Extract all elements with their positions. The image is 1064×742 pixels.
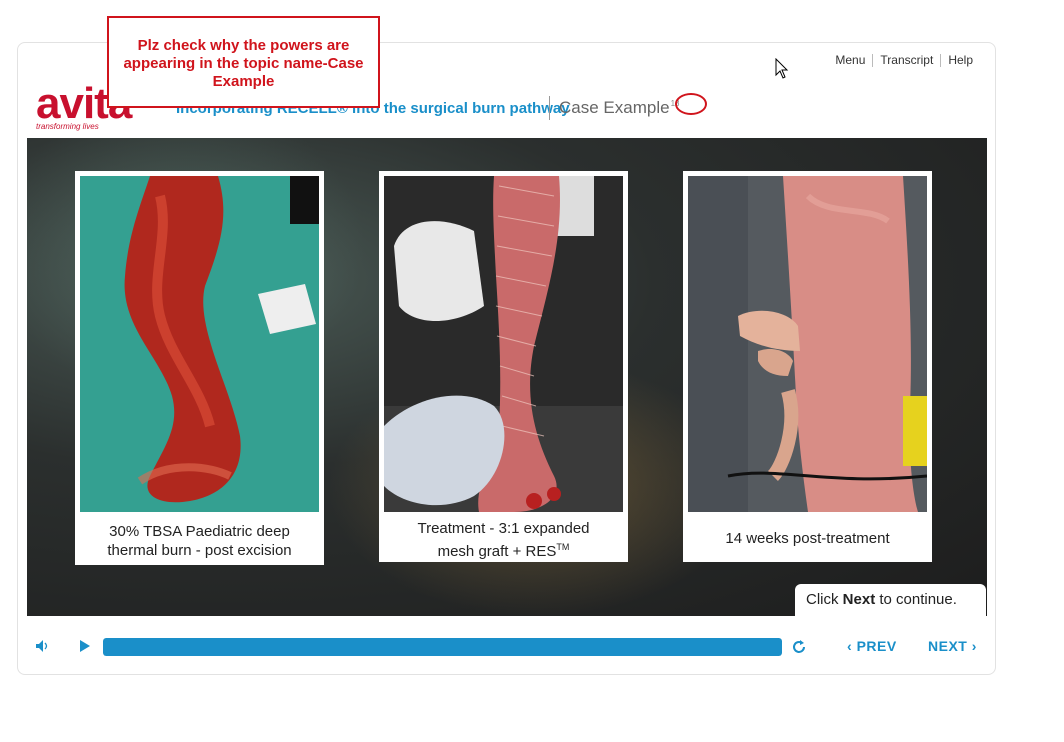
help-link[interactable]: Help — [941, 53, 980, 67]
annotation-circle — [675, 93, 707, 115]
mouse-cursor-icon — [775, 58, 789, 79]
caption-line: Treatment - 3:1 expanded — [417, 520, 590, 537]
leg-burn-image — [80, 176, 319, 512]
topic-title: Case Example18 — [559, 98, 679, 118]
transcript-link[interactable]: Transcript — [873, 53, 940, 67]
prev-label: PREV — [856, 638, 897, 654]
trademark-sup: TM — [556, 542, 570, 552]
slide-stage: 30% TBSA Paediatric deep thermal burn - … — [27, 138, 987, 616]
progress-bar[interactable] — [103, 638, 782, 656]
photo-card-3: 14 weeks post-treatment — [683, 171, 932, 562]
continue-next: Next — [842, 591, 876, 608]
caption-line: 14 weeks post-treatment — [725, 530, 890, 547]
photo-caption-1: 30% TBSA Paediatric deep thermal burn - … — [75, 522, 324, 560]
progress-fill — [103, 638, 782, 656]
prev-button[interactable]: ‹ PREV — [847, 638, 897, 654]
burn-photo-1 — [80, 176, 319, 512]
player-controls: ‹ PREV NEXT › — [27, 628, 987, 664]
continue-prompt: Click Next to continue. — [795, 584, 986, 616]
burn-photo-2 — [384, 176, 623, 512]
caption-line: 30% TBSA Paediatric deep — [109, 523, 290, 540]
play-icon[interactable] — [79, 639, 91, 653]
replay-icon[interactable] — [790, 638, 808, 656]
next-label: NEXT — [928, 638, 968, 654]
burn-photo-3 — [688, 176, 927, 512]
menu-link[interactable]: Menu — [828, 53, 872, 67]
caption-line: thermal burn - post excision — [107, 542, 292, 559]
photo-card-2: Treatment - 3:1 expanded mesh graft + RE… — [379, 171, 628, 562]
caption-text: mesh graft + RES — [437, 543, 557, 560]
review-annotation: Plz check why the powers are appearing i… — [107, 16, 380, 108]
continue-prefix: Click — [806, 591, 843, 608]
topic-text: Case Example — [559, 98, 670, 117]
photo-card-1: 30% TBSA Paediatric deep thermal burn - … — [75, 171, 324, 565]
mesh-graft-image — [384, 176, 623, 512]
healed-arm-image — [688, 176, 927, 512]
volume-icon[interactable] — [35, 639, 51, 653]
continue-suffix: to continue. — [875, 591, 957, 608]
chevron-left-icon: ‹ — [847, 638, 853, 654]
title-divider — [549, 96, 550, 120]
next-button[interactable]: NEXT › — [928, 638, 977, 654]
photo-caption-3: 14 weeks post-treatment — [683, 529, 932, 548]
caption-line: mesh graft + RESTM — [379, 538, 628, 561]
chevron-right-icon: › — [971, 638, 977, 654]
top-nav: Menu Transcript Help — [828, 53, 980, 67]
photo-caption-2: Treatment - 3:1 expanded mesh graft + RE… — [379, 519, 628, 561]
